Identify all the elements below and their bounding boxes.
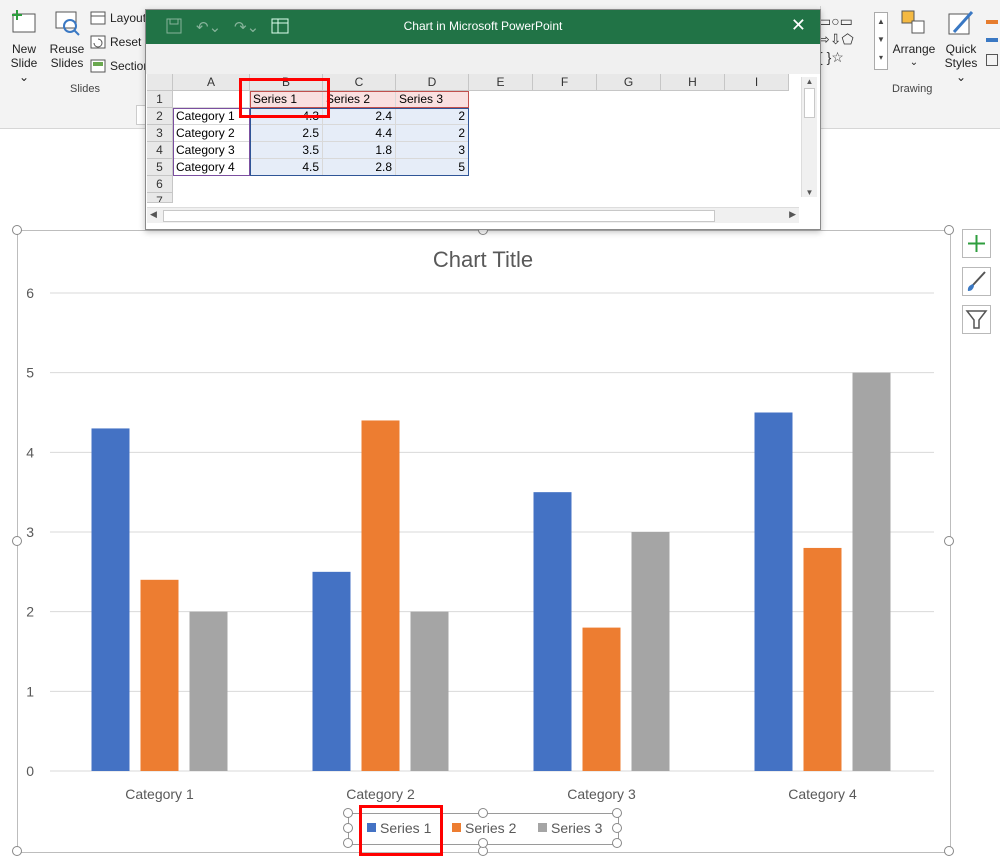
column-header[interactable]: D <box>396 74 469 91</box>
legend-resize-handle[interactable] <box>343 823 353 833</box>
shapes-scroll-buttons[interactable]: ▲ ▼ ▾ <box>874 12 888 70</box>
scroll-right-icon[interactable]: ▶ <box>789 209 796 220</box>
legend-resize-handle[interactable] <box>612 808 622 818</box>
shape-fill-icons[interactable] <box>986 12 998 72</box>
layout-icon <box>90 11 106 25</box>
scroll-thumb[interactable] <box>163 210 715 222</box>
close-icon[interactable]: ✕ <box>791 15 806 36</box>
highlight-legend-series1 <box>359 805 443 856</box>
shapes-gallery-fragment[interactable]: ▭○▭ ⇨⇩⬠{ }☆ <box>818 12 874 68</box>
reuse-label-2: Slides <box>50 56 84 70</box>
section-button[interactable]: Section <box>90 56 150 76</box>
slides-group-label: Slides <box>70 83 100 95</box>
column-header[interactable]: F <box>533 74 597 91</box>
arrange-button[interactable]: Arrange ⌄ <box>890 8 938 70</box>
column-header[interactable]: C <box>323 74 396 91</box>
scroll-left-icon[interactable]: ◀ <box>150 209 157 220</box>
section-icon <box>90 59 106 73</box>
new-slide-label-2: Slide ⌄ <box>10 56 38 84</box>
scroll-down-icon[interactable]: ▼ <box>802 188 817 197</box>
legend-resize-handle[interactable] <box>612 823 622 833</box>
quick-styles-label: Quick <box>945 42 977 56</box>
category-range-outline <box>173 108 250 176</box>
new-slide-icon <box>12 10 36 33</box>
column-header[interactable]: H <box>661 74 725 91</box>
arrange-icon <box>901 10 925 34</box>
effects-icon <box>986 54 998 66</box>
fill-color-icon <box>986 20 998 24</box>
quick-styles-button[interactable]: Quick Styles ⌄ <box>938 8 984 84</box>
legend-resize-handle[interactable] <box>343 808 353 818</box>
scroll-up-icon[interactable]: ▲ <box>802 77 817 86</box>
legend-resize-handle[interactable] <box>612 838 622 848</box>
reuse-slides-icon <box>55 11 80 36</box>
row-header[interactable]: 3 <box>147 125 173 142</box>
row-header[interactable]: 6 <box>147 176 173 193</box>
chart-resize-handle[interactable] <box>944 536 954 546</box>
values-range-outline <box>250 108 469 176</box>
chart-resize-handle[interactable] <box>12 846 22 856</box>
chart-resize-handle[interactable] <box>12 225 22 235</box>
horizontal-scrollbar[interactable]: ◀ ▶ <box>147 207 799 223</box>
layout-label: Layout <box>110 11 147 25</box>
arrange-label: Arrange <box>892 42 936 56</box>
chart-data-window[interactable]: ↶⌄ ↷⌄ Chart in Microsoft PowerPoint ✕ A … <box>145 9 821 230</box>
scroll-thumb[interactable] <box>804 88 815 118</box>
reset-icon <box>90 35 106 49</box>
column-header[interactable]: G <box>597 74 661 91</box>
drawing-group-label: Drawing <box>892 83 933 95</box>
legend-resize-handle[interactable] <box>478 838 488 848</box>
new-slide-button[interactable]: New Slide ⌄ <box>4 8 44 84</box>
chart-filters-button[interactable] <box>962 305 991 334</box>
outline-color-icon <box>986 38 998 42</box>
row-header[interactable]: 4 <box>147 142 173 159</box>
reuse-slides-button[interactable]: Reuse Slides <box>48 8 86 70</box>
paintbrush-icon <box>967 271 986 291</box>
reuse-label: Reuse <box>49 42 85 56</box>
layout-button[interactable]: Layout <box>90 8 146 28</box>
chart-resize-handle[interactable] <box>12 536 22 546</box>
new-slide-label: New <box>11 42 36 56</box>
filter-icon <box>965 310 988 329</box>
datasheet-titlebar: ↶⌄ ↷⌄ Chart in Microsoft PowerPoint ✕ <box>146 10 820 44</box>
row-header[interactable]: 5 <box>147 159 173 176</box>
chart-resize-handle[interactable] <box>944 225 954 235</box>
vertical-scrollbar[interactable]: ▲ ▼ <box>801 77 817 197</box>
row-header[interactable]: 7 <box>147 193 173 203</box>
shapes-row-icons: ▭○▭ ⇨⇩⬠{ }☆ <box>818 13 854 65</box>
chart-styles-button[interactable] <box>962 267 991 296</box>
reset-label: Reset <box>110 35 142 49</box>
datasheet-title: Chart in Microsoft PowerPoint <box>403 19 563 33</box>
row-header[interactable]: 2 <box>147 108 173 125</box>
select-all-corner[interactable] <box>147 74 173 91</box>
chart-area[interactable] <box>17 230 951 853</box>
arrange-caret: ⌄ <box>909 57 919 68</box>
highlight-series1-header <box>239 78 330 118</box>
column-header[interactable]: I <box>725 74 789 91</box>
row-header[interactable]: 1 <box>147 91 173 108</box>
reset-button[interactable]: Reset <box>90 32 141 52</box>
plus-icon <box>968 235 985 252</box>
chart-elements-button[interactable] <box>962 229 991 258</box>
datasheet-toolbar-area <box>146 44 820 74</box>
quick-styles-label-2: Styles ⌄ <box>944 56 978 84</box>
quick-styles-icon <box>948 10 974 35</box>
legend-resize-handle[interactable] <box>478 808 488 818</box>
legend-resize-handle[interactable] <box>343 838 353 848</box>
chart-resize-handle[interactable] <box>944 846 954 856</box>
column-header[interactable]: E <box>469 74 533 91</box>
scroll-chevron-icons: ▲ ▼ ▾ <box>877 17 885 62</box>
